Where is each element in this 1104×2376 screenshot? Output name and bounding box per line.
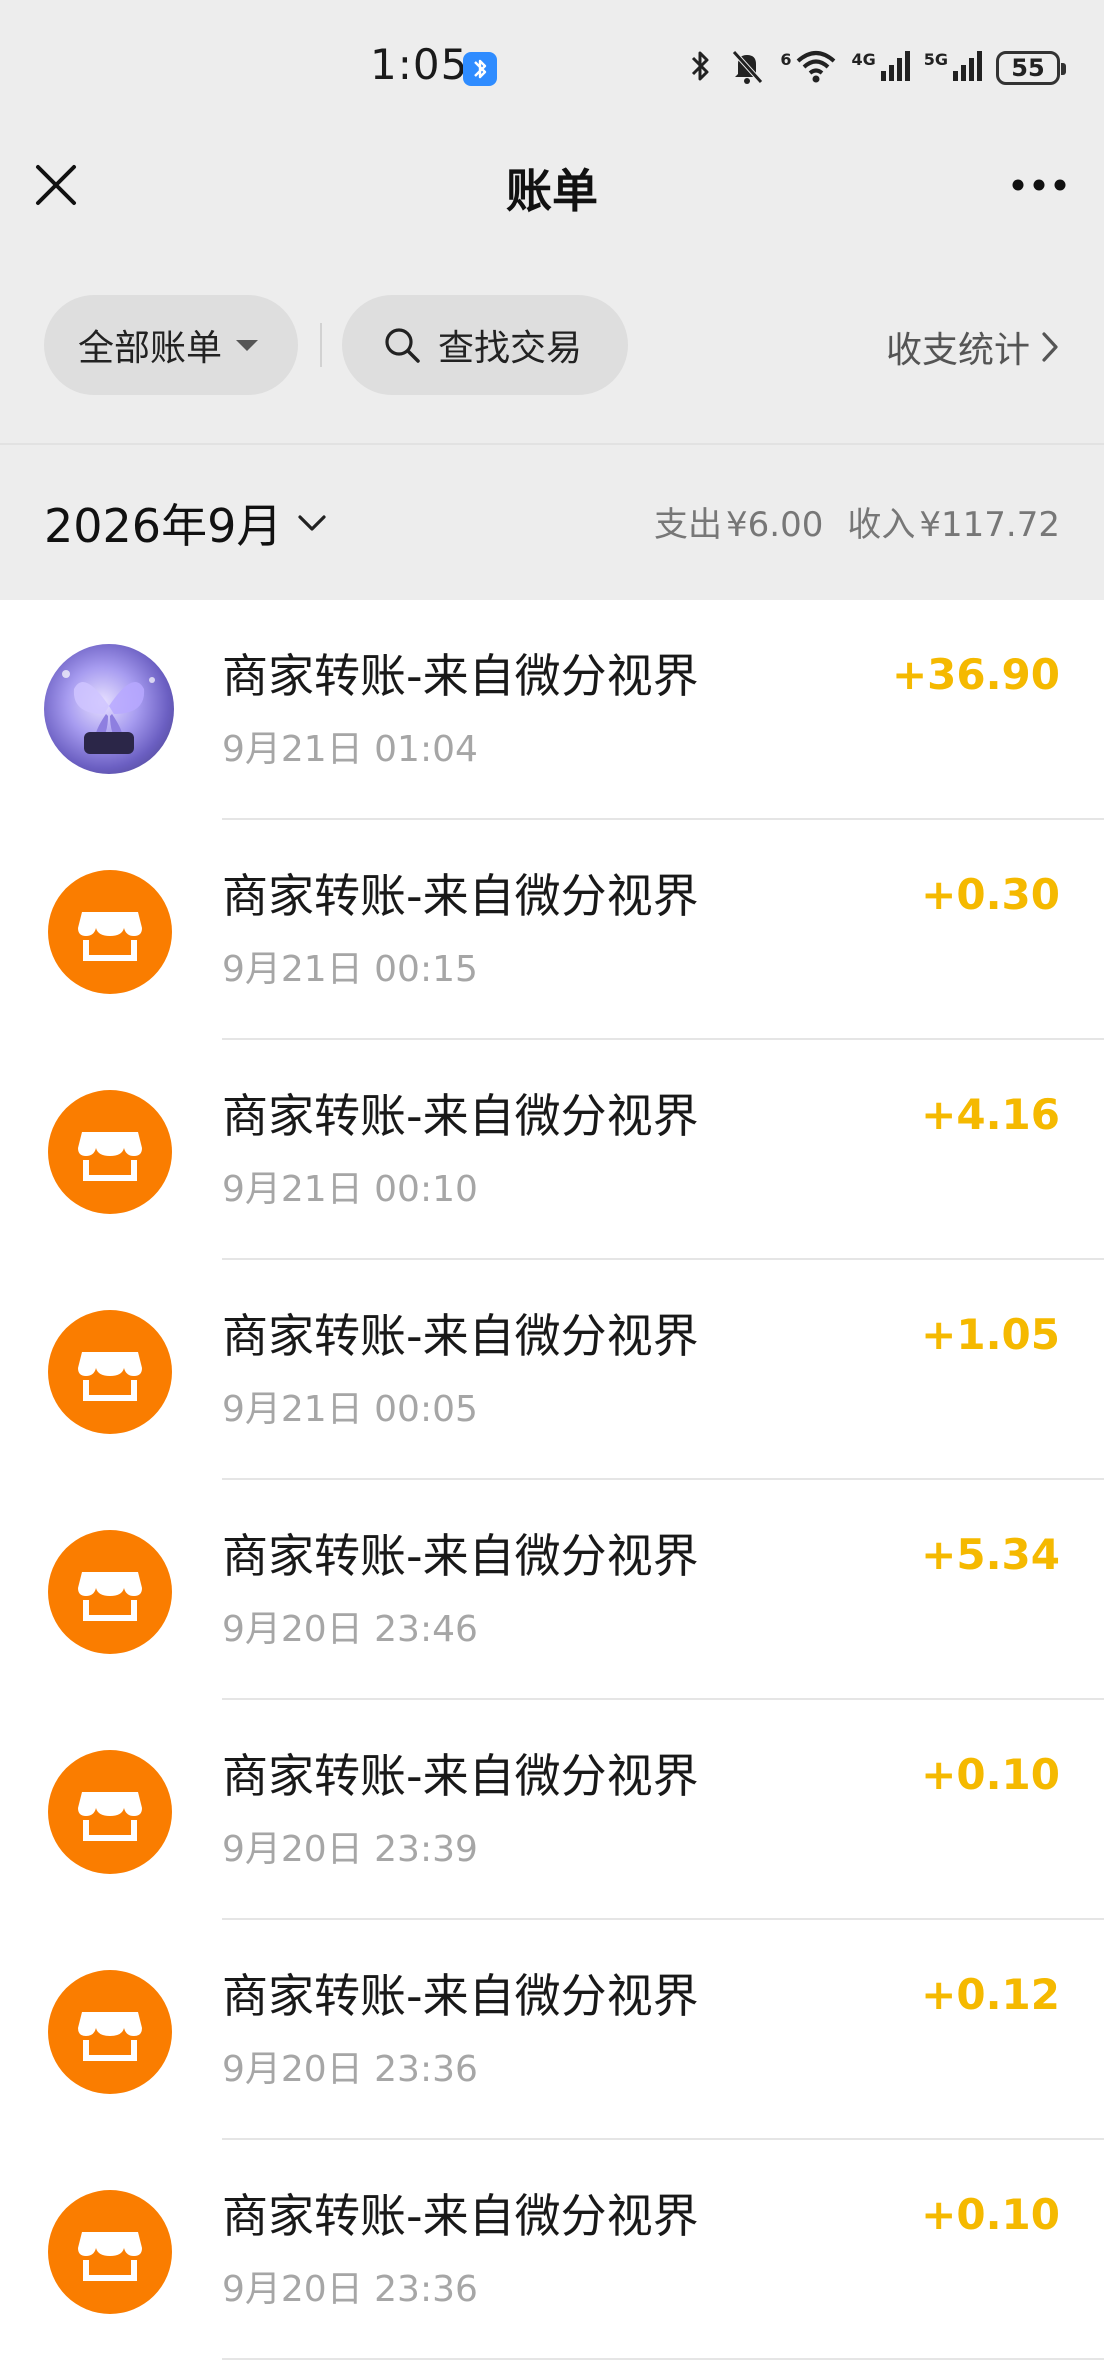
battery-level: 55 [1011, 54, 1045, 82]
expense-amount: ¥6.00 [726, 505, 824, 545]
transaction-title: 商家转账-来自微分视界 [222, 1749, 699, 1803]
transaction-time: 9月20日 23:39 [222, 1829, 478, 1870]
transaction-row[interactable]: 商家转账-来自微分视界 9月21日 01:04 +36.90 [0, 600, 1104, 820]
month-summary-bar: 2026年9月 支出 ¥6.00 收入 ¥117.72 [0, 443, 1104, 600]
transaction-amount: +1.05 [921, 1310, 1060, 1359]
transaction-title: 商家转账-来自微分视界 [222, 1309, 699, 1363]
transaction-title: 商家转账-来自微分视界 [222, 1969, 699, 2023]
transaction-amount: +0.10 [921, 2190, 1060, 2239]
transaction-row[interactable]: 商家转账-来自微分视界 9月20日 23:39 +0.10 [0, 1700, 1104, 1920]
store-icon [48, 1090, 172, 1214]
header-area: 1:05 6 4G 5G 55 账单 全部账单 查找交易 收支统计 2026年9… [0, 0, 1104, 600]
transaction-time: 9月20日 23:46 [222, 1609, 478, 1650]
chevron-right-icon [1040, 330, 1060, 364]
transaction-amount: +0.30 [921, 870, 1060, 919]
transaction-title: 商家转账-来自微分视界 [222, 869, 699, 923]
status-icons: 6 4G 5G 55 [688, 44, 1066, 92]
all-bills-filter-button[interactable]: 全部账单 [44, 295, 298, 395]
more-icon [1012, 179, 1066, 191]
transaction-amount: +4.16 [921, 1090, 1060, 1139]
battery-indicator: 55 [996, 51, 1066, 85]
wifi-icon [795, 48, 837, 88]
transaction-time: 9月21日 00:05 [222, 1389, 478, 1430]
store-icon [48, 1310, 172, 1434]
transaction-row[interactable]: 商家转账-来自微分视界 9月21日 00:15 +0.30 [0, 820, 1104, 1040]
bluetooth-badge-icon [463, 52, 497, 86]
mute-bell-icon [728, 46, 766, 90]
all-bills-label: 全部账单 [78, 328, 223, 369]
network-label-2: 4G [851, 49, 876, 69]
transaction-amount: +5.34 [921, 1530, 1060, 1579]
transaction-row[interactable]: 商家转账-来自微分视界 9月21日 00:10 +4.16 [0, 1040, 1104, 1260]
income-expense-stats-link[interactable]: 收支统计 [886, 321, 1060, 373]
merchant-avatar-photo [44, 644, 174, 774]
network-label-1: 6 [780, 49, 792, 69]
signal-icon-2 [952, 49, 982, 87]
stats-label: 收支统计 [885, 330, 1030, 371]
transaction-row[interactable]: 商家转账-来自微分视界 9月21日 00:05 +1.05 [0, 1260, 1104, 1480]
store-icon [48, 2190, 172, 2314]
month-totals: 支出 ¥6.00 收入 ¥117.72 [654, 497, 1060, 546]
transaction-row[interactable]: 商家转账-来自微分视界 9月20日 23:36 +0.10 [0, 2140, 1104, 2360]
store-icon [48, 1750, 172, 1874]
transaction-row[interactable]: 商家转账-来自微分视界 9月20日 23:46 +5.34 [0, 1480, 1104, 1700]
signal-icon-1 [880, 49, 910, 87]
month-picker[interactable]: 2026年9月 [44, 490, 328, 556]
transaction-time: 9月20日 23:36 [222, 2049, 478, 2090]
filter-row: 全部账单 查找交易 收支统计 [0, 295, 1104, 395]
transaction-title: 商家转账-来自微分视界 [222, 2189, 699, 2243]
search-icon [382, 325, 422, 365]
chevron-down-icon [296, 513, 328, 533]
more-button[interactable] [1004, 157, 1074, 213]
caret-down-icon [236, 339, 259, 351]
transaction-amount: +0.12 [921, 1970, 1060, 2019]
network-label-3: 5G [923, 49, 948, 69]
transaction-title: 商家转账-来自微分视界 [222, 649, 699, 703]
nav-bar: 账单 [0, 135, 1104, 235]
transaction-row[interactable]: 商家转账-来自微分视界 9月20日 23:36 +0.12 [0, 1920, 1104, 2140]
store-icon [48, 1530, 172, 1654]
status-bar: 1:05 6 4G 5G 55 [0, 0, 1104, 135]
store-icon [48, 1970, 172, 2094]
transaction-title: 商家转账-来自微分视界 [222, 1529, 699, 1583]
status-time: 1:05 [370, 40, 469, 89]
row-divider [222, 2358, 1104, 2360]
transaction-time: 9月21日 00:15 [222, 949, 478, 990]
filter-divider [320, 323, 322, 367]
search-label: 查找交易 [438, 328, 583, 369]
bluetooth-icon [688, 46, 714, 90]
transaction-amount: +0.10 [921, 1750, 1060, 1799]
expense-label: 支出 [654, 505, 723, 545]
transaction-time: 9月21日 00:10 [222, 1169, 478, 1210]
transaction-amount: +36.90 [891, 650, 1060, 699]
transaction-time: 9月21日 01:04 [222, 729, 478, 770]
store-icon [48, 870, 172, 994]
transaction-time: 9月20日 23:36 [222, 2269, 478, 2310]
transaction-title: 商家转账-来自微分视界 [222, 1089, 699, 1143]
search-transactions-button[interactable]: 查找交易 [342, 295, 628, 395]
transaction-list: 商家转账-来自微分视界 9月21日 01:04 +36.90 商家转账-来自微分… [0, 600, 1104, 2360]
month-label: 2026年9月 [44, 499, 283, 553]
income-amount: ¥117.72 [919, 505, 1060, 545]
income-label: 收入 [847, 505, 916, 545]
page-title: 账单 [506, 164, 598, 218]
